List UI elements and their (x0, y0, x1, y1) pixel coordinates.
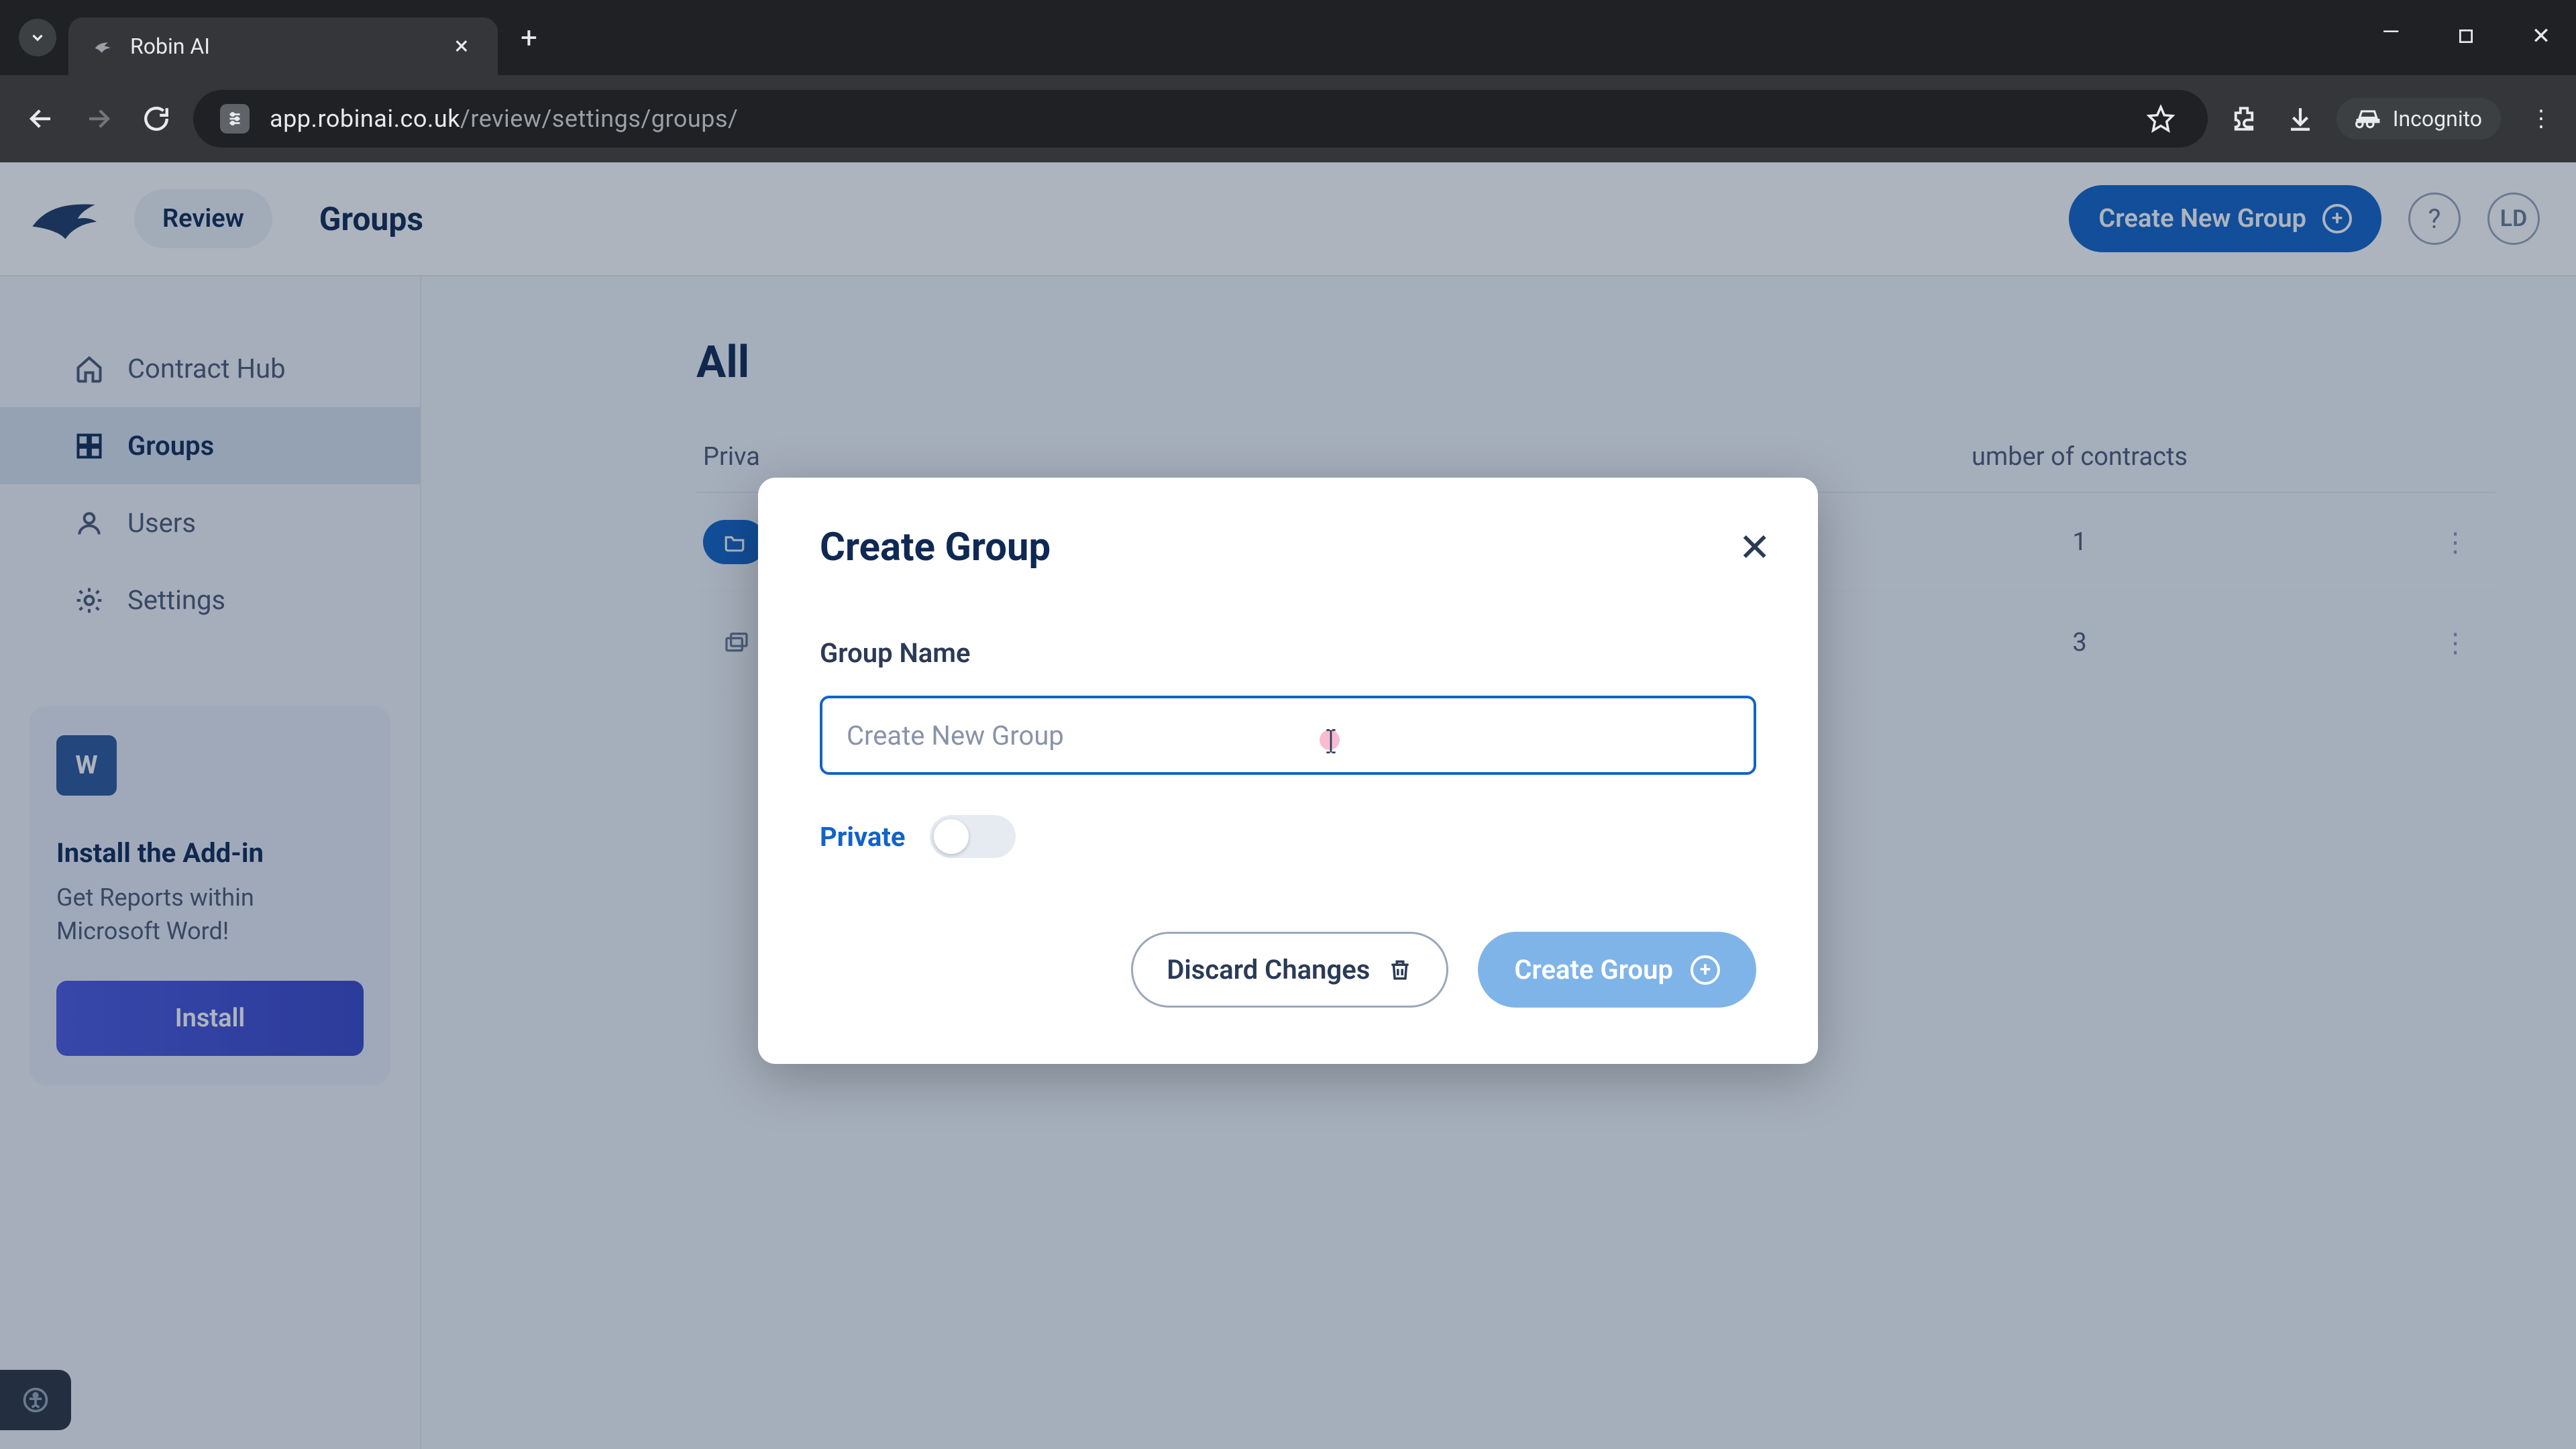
new-tab-button[interactable]: + (521, 20, 537, 55)
tab-favicon-icon (91, 35, 114, 58)
bookmark-button[interactable] (2141, 99, 2181, 139)
window-minimize-button[interactable]: — (2376, 19, 2406, 46)
browser-tab-bar: Robin AI × + — ✕ (0, 0, 2576, 75)
extensions-button[interactable] (2224, 99, 2264, 139)
tab-search-button[interactable] (19, 19, 56, 56)
nav-reload-button[interactable] (136, 98, 177, 140)
modal-title: Create Group (820, 525, 1756, 570)
tab-close-button[interactable]: × (448, 32, 475, 61)
window-controls: — ✕ (2376, 23, 2556, 50)
window-maximize-button[interactable] (2451, 23, 2481, 50)
window-close-button[interactable]: ✕ (2526, 23, 2556, 50)
modal-close-button[interactable]: ✕ (1738, 525, 1771, 571)
create-group-modal: Create Group ✕ Group Name Private Discar… (758, 478, 1818, 1064)
incognito-icon (2355, 106, 2381, 131)
create-group-submit-button[interactable]: Create Group + (1478, 932, 1756, 1008)
private-toggle[interactable] (930, 815, 1016, 858)
address-text: app.robinai.co.uk/review/settings/groups… (270, 105, 738, 133)
nav-back-button[interactable] (20, 98, 62, 140)
create-label: Create Group (1514, 954, 1673, 985)
discard-label: Discard Changes (1167, 954, 1370, 985)
trash-icon (1387, 957, 1413, 983)
private-label: Private (820, 821, 906, 853)
downloads-button[interactable] (2280, 99, 2320, 139)
browser-address-bar: app.robinai.co.uk/review/settings/groups… (0, 75, 2576, 162)
group-name-label: Group Name (820, 637, 1756, 669)
plus-circle-icon: + (1690, 955, 1720, 985)
incognito-label: Incognito (2393, 106, 2482, 131)
modal-scrim[interactable]: Create Group ✕ Group Name Private Discar… (0, 162, 2576, 1449)
site-settings-icon[interactable] (220, 104, 250, 133)
chevron-down-icon (29, 29, 46, 46)
nav-forward-button[interactable] (78, 98, 119, 140)
address-field[interactable]: app.robinai.co.uk/review/settings/groups… (193, 90, 2208, 148)
group-name-input[interactable] (820, 696, 1756, 775)
tab-title: Robin AI (130, 34, 432, 59)
discard-changes-button[interactable]: Discard Changes (1131, 932, 1448, 1008)
incognito-chip[interactable]: Incognito (2337, 98, 2501, 140)
toggle-knob (934, 819, 969, 854)
chrome-menu-button[interactable]: ⋮ (2526, 105, 2556, 132)
browser-tab[interactable]: Robin AI × (68, 17, 498, 75)
